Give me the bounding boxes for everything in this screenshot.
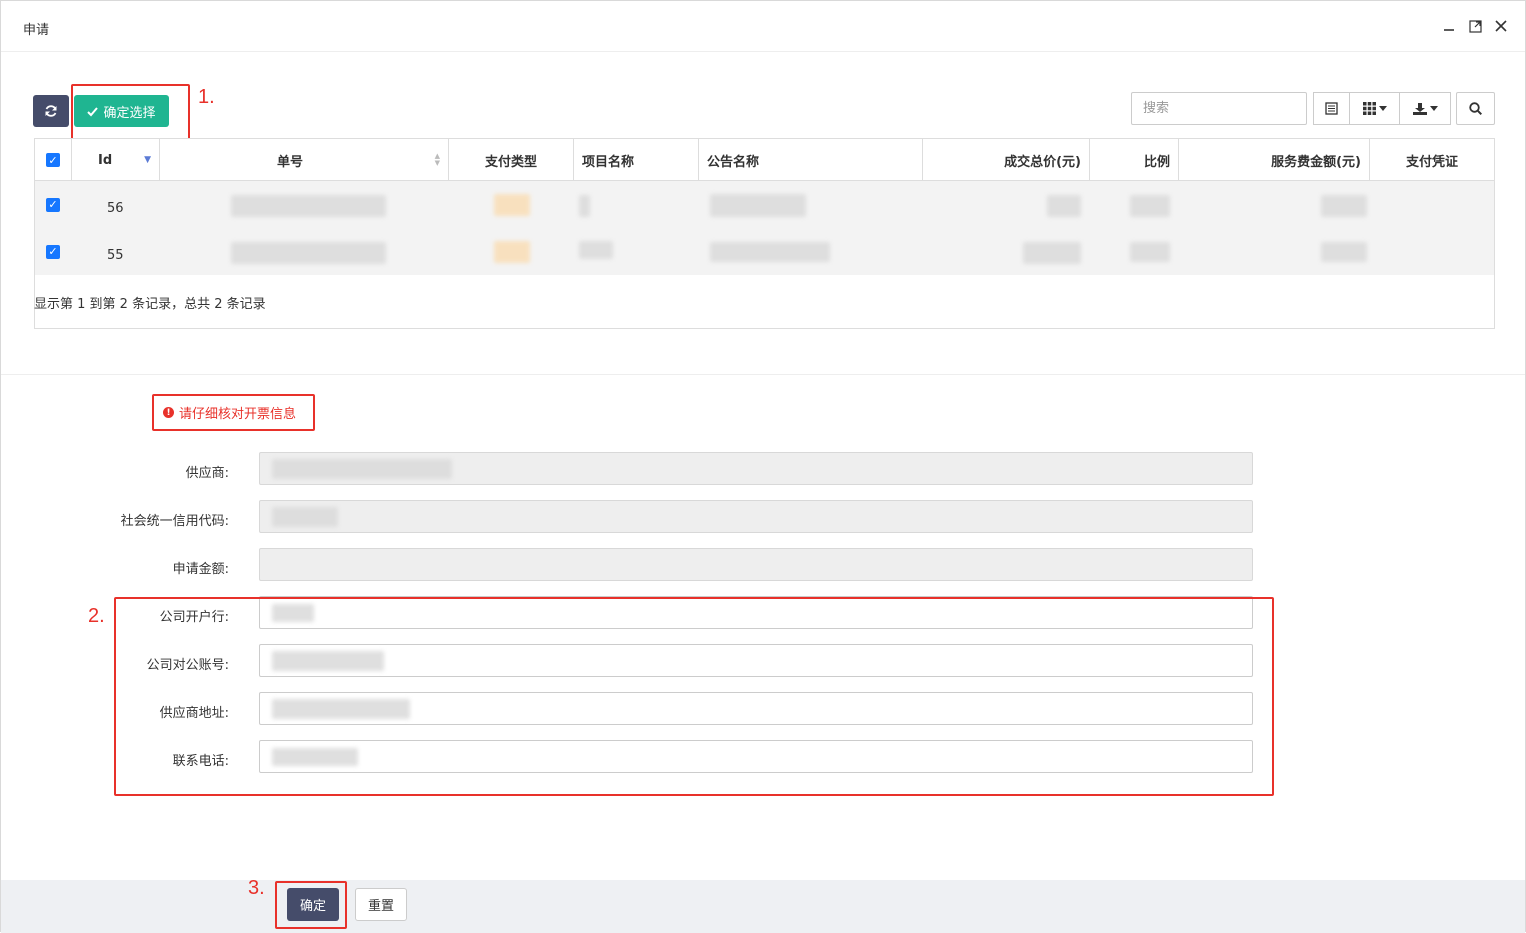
confirm-select-label: 确定选择: [103, 105, 156, 121]
maximize-icon[interactable]: [1466, 17, 1484, 35]
column-header-order-no[interactable]: 单号 ▲ ▼: [160, 139, 449, 181]
redacted-payment-type: [494, 194, 530, 216]
row-id: 56: [107, 201, 124, 216]
toggle-view-button[interactable]: [1313, 92, 1350, 125]
search-input[interactable]: [1131, 92, 1307, 125]
search-button[interactable]: [1456, 92, 1495, 125]
section-divider: [1, 374, 1525, 375]
phone-label: 联系电话:: [172, 754, 229, 769]
bank-account-input[interactable]: [259, 644, 1253, 677]
redacted-announcement: [710, 194, 806, 217]
supplier-address-label: 供应商地址:: [159, 706, 229, 721]
dialog-footer: [1, 880, 1525, 933]
column-header-payment-type[interactable]: 支付类型: [449, 139, 574, 181]
dialog-window: 申请 确定选择 1. ✓: [0, 0, 1526, 933]
refresh-icon: [45, 105, 57, 117]
refresh-button[interactable]: [33, 95, 69, 127]
dialog-title: 申请: [23, 23, 50, 38]
column-header-payment-voucher[interactable]: 支付凭证: [1370, 139, 1494, 181]
supplier-label: 供应商:: [185, 466, 229, 481]
select-all-cell: ✓: [35, 139, 72, 181]
reset-button[interactable]: 重置: [355, 888, 407, 921]
phone-input[interactable]: [259, 740, 1253, 773]
supplier-field: [259, 452, 1253, 485]
redacted-payment-type: [494, 241, 530, 263]
minimize-icon[interactable]: [1440, 17, 1458, 35]
confirm-select-button[interactable]: 确定选择: [74, 95, 169, 127]
bank-name-input[interactable]: [259, 596, 1253, 629]
row-checkbox[interactable]: ✓: [46, 197, 60, 212]
redacted-project-name: [579, 195, 590, 217]
export-icon: [1412, 103, 1427, 115]
column-header-project-name[interactable]: 项目名称: [574, 139, 699, 181]
caret-down-icon: [1429, 106, 1438, 111]
credit-code-label: 社会统一信用代码:: [120, 514, 229, 529]
column-header-id[interactable]: Id ▼: [72, 139, 160, 181]
invoice-notice: ! 请仔细核对开票信息: [163, 403, 296, 422]
credit-code-field: [259, 500, 1253, 533]
redacted-service-fee: [1321, 242, 1367, 262]
column-header-ratio[interactable]: 比例: [1090, 139, 1179, 181]
confirm-button[interactable]: 确定: [287, 888, 339, 921]
caret-down-icon: [1378, 106, 1387, 111]
sort-desc-icon: ▼: [144, 155, 151, 165]
redacted-ratio: [1130, 242, 1170, 262]
row-checkbox[interactable]: ✓: [46, 244, 60, 259]
list-view-icon: [1325, 102, 1338, 115]
redacted-service-fee: [1321, 195, 1367, 217]
redacted-total-price: [1047, 195, 1081, 217]
annotation-step-1: 1.: [198, 86, 215, 108]
apply-amount-label: 申请金额:: [172, 562, 229, 577]
table-pagination-info: 显示第 1 到第 2 条记录，总共 2 条记录: [34, 297, 266, 312]
table-header: ✓ Id ▼ 单号 ▲ ▼ 支付类型 项目名称 公告名称 成交总价(元) 比例 …: [35, 139, 1494, 181]
redacted-order-no: [231, 242, 386, 264]
table-row[interactable]: ✓ 56: [35, 181, 1494, 228]
redacted-total-price: [1023, 242, 1081, 264]
column-header-announcement-name[interactable]: 公告名称: [699, 139, 923, 181]
column-header-service-fee[interactable]: 服务费金额(元): [1179, 139, 1370, 181]
table-row[interactable]: ✓ 55: [35, 228, 1494, 275]
check-icon: [87, 106, 99, 116]
redacted-project-name: [579, 241, 613, 259]
column-header-total-price[interactable]: 成交总价(元): [923, 139, 1090, 181]
redacted-ratio: [1130, 195, 1170, 217]
info-icon: !: [163, 407, 174, 418]
redacted-announcement: [710, 242, 830, 262]
select-all-checkbox[interactable]: ✓: [46, 153, 60, 167]
close-icon[interactable]: [1492, 17, 1510, 35]
supplier-address-input[interactable]: [259, 692, 1253, 725]
columns-dropdown-button[interactable]: [1349, 92, 1400, 125]
row-id: 55: [107, 248, 124, 263]
apply-amount-field: [259, 548, 1253, 581]
dialog-titlebar: 申请: [1, 1, 1525, 52]
sort-icon: ▲ ▼: [434, 152, 440, 167]
export-dropdown-button[interactable]: [1399, 92, 1451, 125]
annotation-step-3: 3.: [248, 877, 265, 899]
search-icon: [1469, 102, 1482, 115]
redacted-order-no: [231, 195, 386, 217]
grid-icon: [1362, 102, 1376, 115]
annotation-step-2: 2.: [88, 605, 105, 627]
bank-account-label: 公司对公账号:: [146, 658, 229, 673]
bank-name-label: 公司开户行:: [159, 610, 229, 625]
